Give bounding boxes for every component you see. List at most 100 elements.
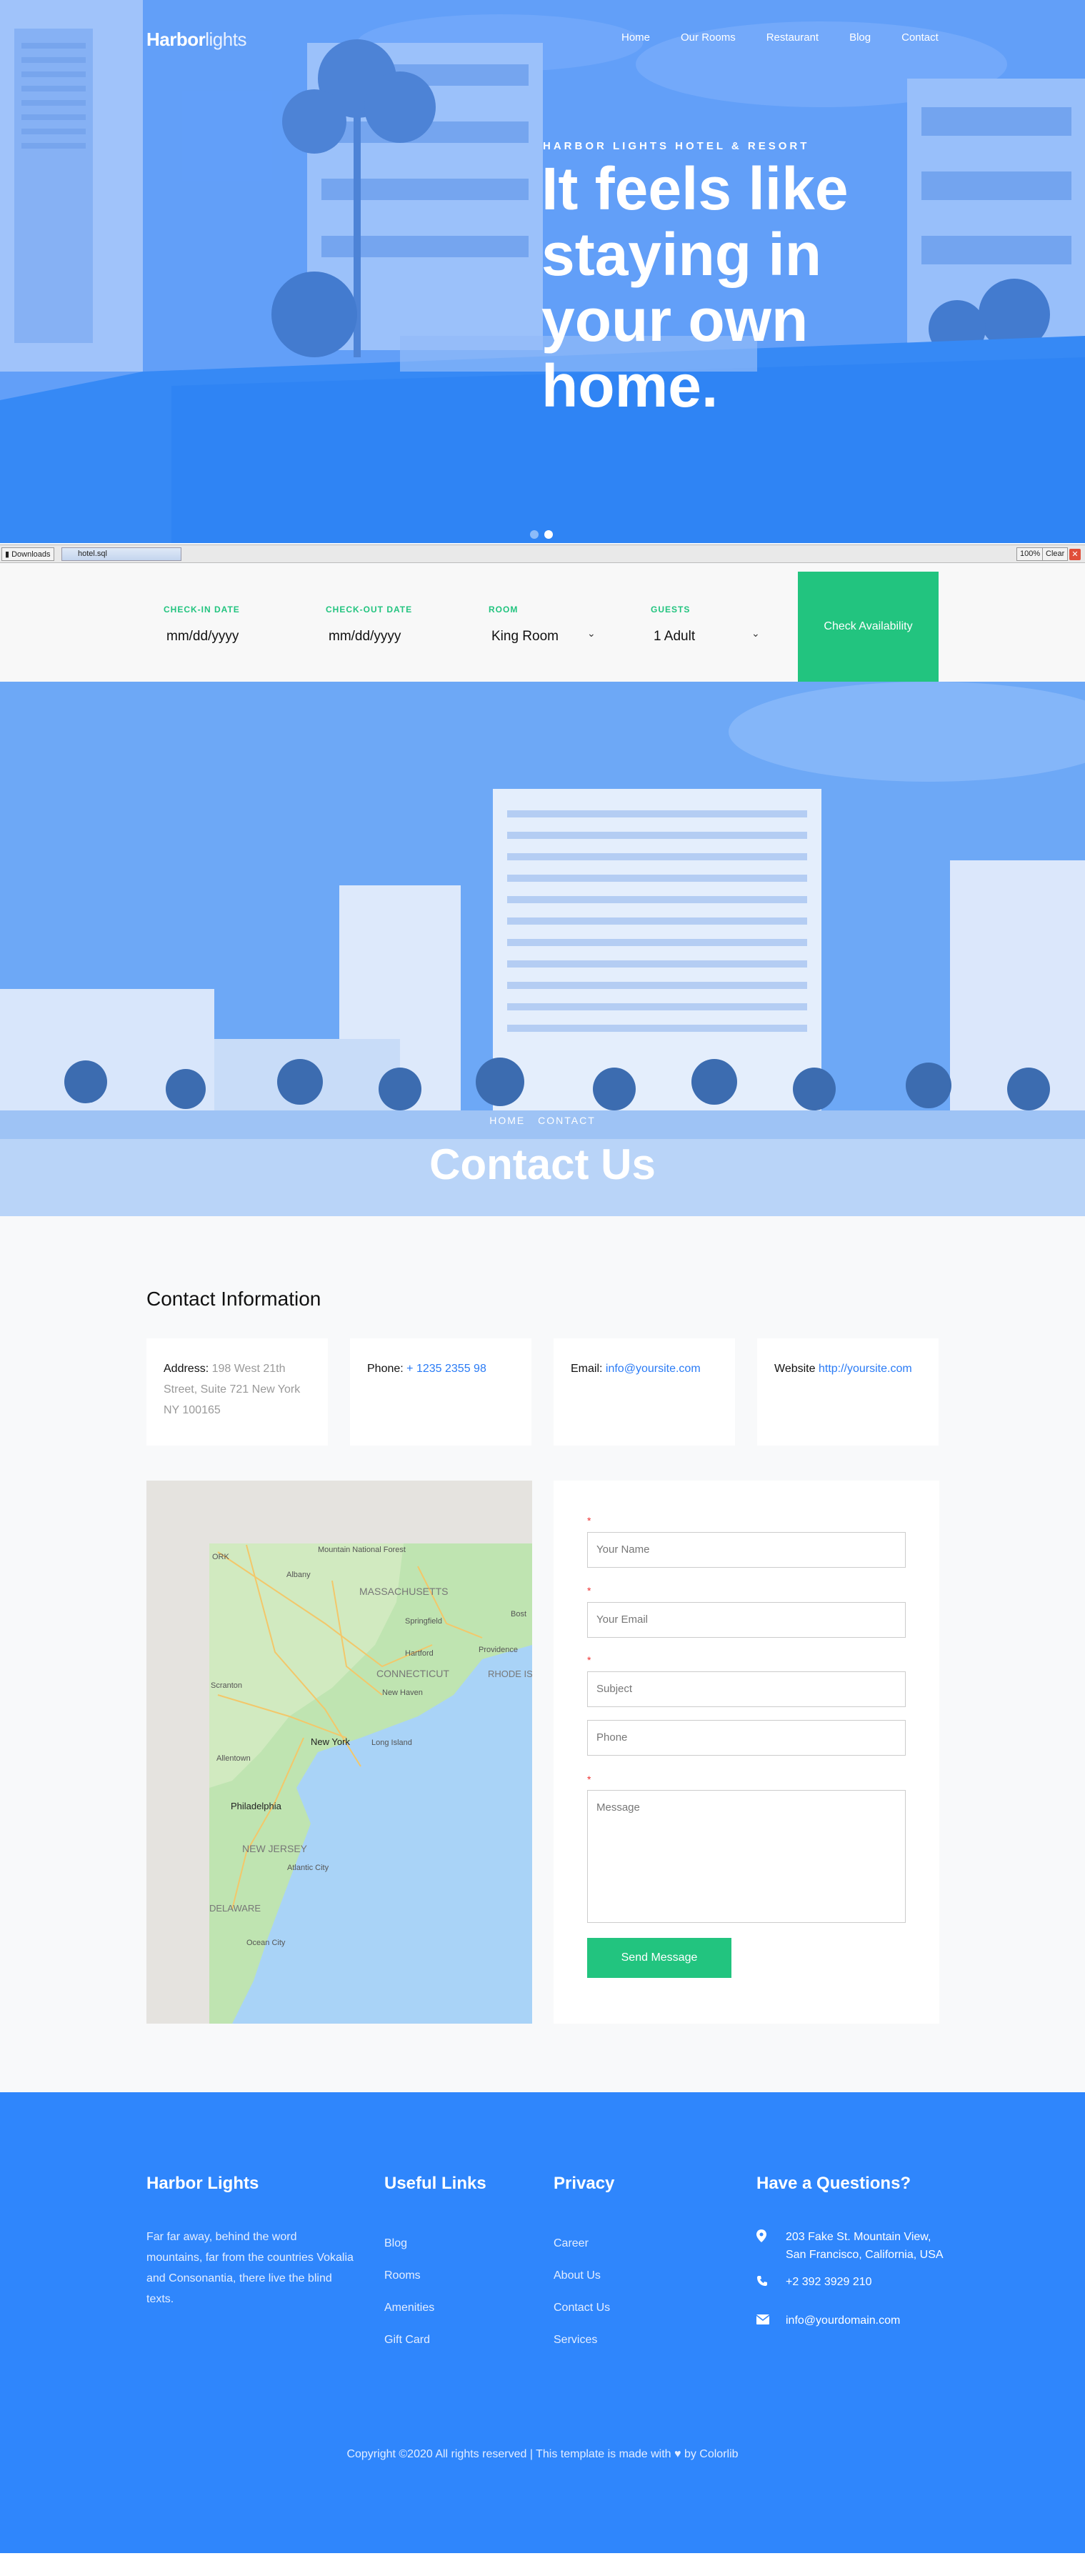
nav-item-home[interactable]: Home bbox=[621, 31, 650, 44]
chevron-down-icon: ⌄ bbox=[587, 627, 596, 639]
breadcrumb-current: CONTACT bbox=[538, 1115, 596, 1126]
download-icon: ▮ bbox=[5, 550, 12, 559]
footer: Harbor Lights Far far away, behind the w… bbox=[0, 2092, 1085, 2553]
room-select[interactable]: King Room bbox=[489, 629, 559, 645]
contact-card-phone: Phone: + 1235 2355 98 bbox=[350, 1338, 531, 1446]
copyright-text: Copyright ©2020 All rights reserved | Th… bbox=[346, 2448, 671, 2460]
footer-email[interactable]: info@yourdomain.com bbox=[786, 2312, 900, 2329]
chevron-down-icon: ⌄ bbox=[751, 627, 760, 639]
footer-phone[interactable]: +2 392 3929 210 bbox=[786, 2273, 872, 2291]
downloads-label: Downloads bbox=[11, 550, 51, 559]
download-item[interactable]: hotel.sql bbox=[61, 547, 181, 561]
map-label-1: ORK bbox=[212, 1553, 230, 1561]
footer-privacy-title: Privacy bbox=[554, 2174, 615, 2193]
map-embed[interactable]: ORK Mountain National Forest Albany MASS… bbox=[146, 1481, 532, 2024]
downloads-bar: ▮ Downloads hotel.sql 100% Clear ✕ bbox=[0, 544, 1085, 563]
map-marker-icon bbox=[756, 2229, 766, 2246]
close-icon[interactable]: ✕ bbox=[1069, 549, 1081, 560]
room-label: ROOM bbox=[489, 605, 519, 615]
required-mark: * bbox=[587, 1585, 591, 1596]
footer-link-career[interactable]: Career bbox=[554, 2237, 589, 2250]
hero-section: Harborlights Home Our Rooms Restaurant B… bbox=[0, 0, 1085, 543]
map-label-14: Long Island bbox=[371, 1739, 412, 1747]
map-label-15: Allentown bbox=[216, 1754, 251, 1763]
heart-icon: ♥ bbox=[674, 2448, 681, 2460]
footer-about-text: Far far away, behind the word mountains,… bbox=[146, 2231, 354, 2305]
page-header bbox=[0, 682, 1085, 1216]
clear-downloads-button[interactable]: Clear bbox=[1042, 547, 1069, 561]
guests-label: GUESTS bbox=[651, 605, 691, 615]
footer-about-title: Harbor Lights bbox=[146, 2174, 259, 2193]
page-title: Contact Us bbox=[429, 1140, 656, 1188]
checkin-field[interactable]: CHECK-IN DATE mm/dd/yyyy bbox=[164, 605, 240, 645]
phone-input[interactable]: Phone bbox=[587, 1720, 906, 1756]
map-label-11: New Haven bbox=[382, 1689, 423, 1697]
map-graphic: ORK Mountain National Forest Albany MASS… bbox=[146, 1481, 532, 2024]
email-input[interactable]: Your Email bbox=[587, 1602, 906, 1638]
brand-logo[interactable]: Harborlights bbox=[146, 29, 246, 51]
footer-address: 203 Fake St. Mountain View, San Francisc… bbox=[786, 2231, 944, 2261]
subject-input[interactable]: Subject bbox=[587, 1671, 906, 1707]
nav-item-restaurant[interactable]: Restaurant bbox=[766, 31, 819, 44]
website-link[interactable]: http://yoursite.com bbox=[819, 1363, 912, 1375]
map-label-5: Bost bbox=[511, 1610, 526, 1618]
downloads-button[interactable]: ▮ Downloads bbox=[1, 547, 54, 561]
nav-item-contact[interactable]: Contact bbox=[901, 31, 939, 44]
map-label-4: MASSACHUSETTS bbox=[359, 1586, 448, 1597]
contact-card-email: Email: info@yoursite.com bbox=[554, 1338, 735, 1446]
contact-card-website: Website http://yoursite.com bbox=[757, 1338, 939, 1446]
send-message-button[interactable]: Send Message bbox=[587, 1938, 731, 1978]
phone-link[interactable]: + 1235 2355 98 bbox=[406, 1363, 486, 1375]
guests-field[interactable]: GUESTS 1 Adult bbox=[651, 605, 695, 645]
checkout-input[interactable]: mm/dd/yyyy bbox=[326, 629, 412, 645]
map-label-2: Mountain National Forest bbox=[318, 1546, 406, 1554]
checkout-label: CHECK-OUT DATE bbox=[326, 605, 413, 615]
checkin-input[interactable]: mm/dd/yyyy bbox=[164, 629, 240, 645]
phone-label: Phone: bbox=[367, 1363, 404, 1375]
breadcrumb: HOME CONTACT bbox=[0, 1115, 1085, 1126]
footer-link-rooms[interactable]: Rooms bbox=[384, 2269, 421, 2282]
email-label: Email: bbox=[571, 1363, 603, 1375]
address-label: Address: bbox=[164, 1363, 209, 1375]
footer-link-about-us[interactable]: About Us bbox=[554, 2269, 601, 2282]
nav-item-blog[interactable]: Blog bbox=[849, 31, 871, 44]
footer-questions-title: Have a Questions? bbox=[756, 2174, 911, 2193]
footer-link-amenities[interactable]: Amenities bbox=[384, 2302, 434, 2314]
map-label-12: Scranton bbox=[211, 1681, 242, 1690]
name-input[interactable]: Your Name bbox=[587, 1532, 906, 1568]
map-label-7: Hartford bbox=[405, 1649, 434, 1658]
slider-dot-1[interactable] bbox=[530, 530, 539, 539]
footer-link-gift-card[interactable]: Gift Card bbox=[384, 2334, 430, 2347]
main-nav: Home Our Rooms Restaurant Blog Contact bbox=[621, 31, 969, 44]
navbar: Harborlights Home Our Rooms Restaurant B… bbox=[0, 0, 1085, 79]
map-label-3: Albany bbox=[286, 1571, 311, 1579]
brand-part-1: Harbor bbox=[146, 29, 206, 50]
brand-part-2: lights bbox=[205, 29, 246, 50]
phone-icon bbox=[756, 2275, 768, 2290]
guests-select[interactable]: 1 Adult bbox=[651, 629, 695, 645]
map-label-16: Philadelphia bbox=[231, 1801, 282, 1811]
footer-link-blog[interactable]: Blog bbox=[384, 2237, 407, 2250]
required-mark: * bbox=[587, 1515, 591, 1526]
breadcrumb-home[interactable]: HOME bbox=[489, 1115, 525, 1126]
page-bottom bbox=[0, 2553, 1085, 2576]
map-label-17: NEW JERSEY bbox=[242, 1843, 308, 1854]
map-label-20: Ocean City bbox=[246, 1939, 286, 1947]
message-textarea[interactable]: Message bbox=[587, 1790, 906, 1923]
footer-link-contact-us[interactable]: Contact Us bbox=[554, 2302, 610, 2314]
checkout-field[interactable]: CHECK-OUT DATE mm/dd/yyyy bbox=[326, 605, 412, 645]
email-link[interactable]: info@yoursite.com bbox=[606, 1363, 701, 1375]
map-label-13: New York bbox=[311, 1736, 350, 1747]
check-availability-button[interactable]: Check Availability bbox=[798, 572, 939, 682]
colorlib-link[interactable]: by Colorlib bbox=[684, 2448, 739, 2460]
map-label-19: DELAWARE bbox=[209, 1903, 261, 1914]
room-field[interactable]: ROOM King Room bbox=[489, 605, 559, 645]
map-label-18: Atlantic City bbox=[287, 1864, 329, 1872]
footer-link-services[interactable]: Services bbox=[554, 2334, 597, 2347]
slider-dots bbox=[530, 530, 553, 539]
availability-form: CHECK-IN DATE mm/dd/yyyy CHECK-OUT DATE … bbox=[0, 565, 1085, 682]
slider-dot-2[interactable] bbox=[544, 530, 553, 539]
map-label-6: Springfield bbox=[405, 1617, 442, 1626]
map-label-8: Providence bbox=[479, 1646, 518, 1654]
nav-item-our-rooms[interactable]: Our Rooms bbox=[681, 31, 736, 44]
